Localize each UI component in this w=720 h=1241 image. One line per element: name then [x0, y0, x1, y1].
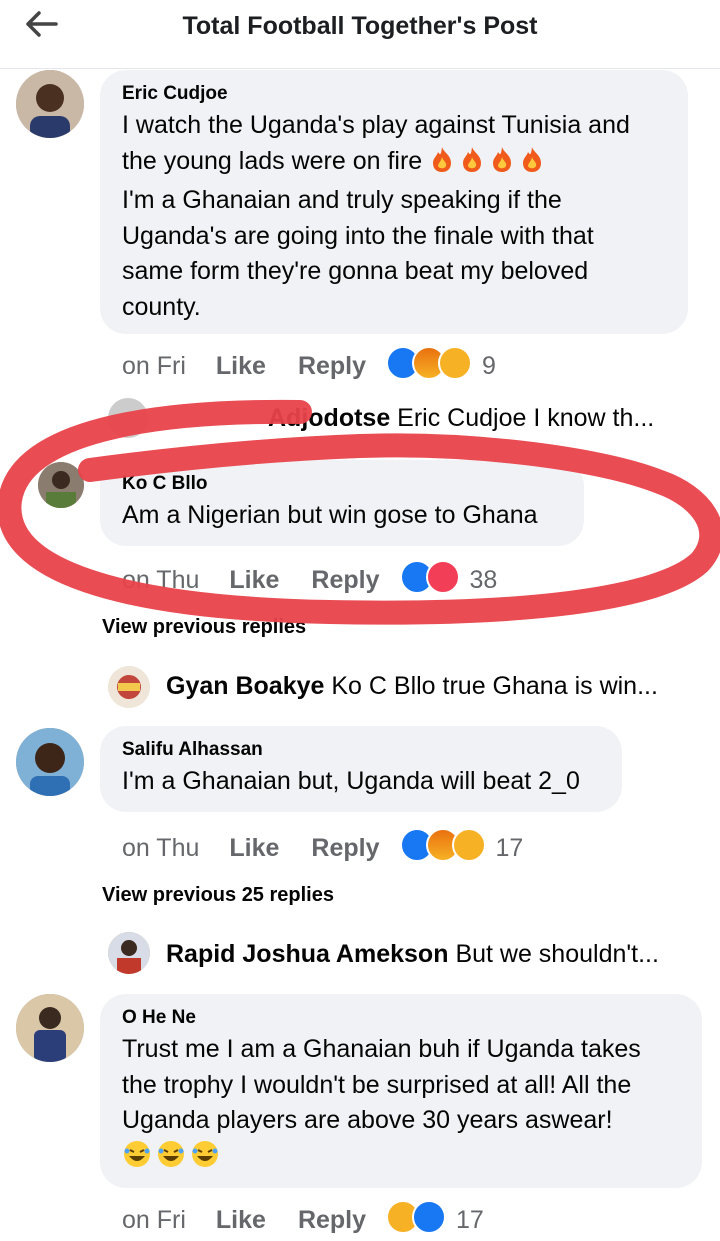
comment-bubble: Ko C Bllo Am a Nigerian but win gose to … — [100, 460, 584, 546]
avatar[interactable] — [38, 462, 84, 508]
reaction-icons[interactable] — [386, 1200, 447, 1241]
reply-button[interactable]: Reply — [311, 566, 379, 595]
reaction-icons[interactable] — [399, 828, 486, 869]
like-button[interactable]: Like — [216, 1206, 266, 1235]
comment-text: Am a Nigerian but win gose to Ghana — [122, 501, 538, 529]
reply-preview[interactable]: Adjodotse Eric Cudjoe I know th... — [268, 404, 654, 433]
laughing-emoji-icon — [122, 1139, 152, 1180]
haha-reaction-icon — [438, 346, 473, 380]
view-previous-replies-link[interactable]: View previous 25 replies — [102, 884, 334, 907]
avatar[interactable] — [108, 398, 148, 438]
comment-time[interactable]: on Thu — [122, 834, 199, 863]
laughing-emoji-icon — [190, 1139, 220, 1180]
like-button[interactable]: Like — [229, 566, 279, 595]
like-button[interactable]: Like — [216, 352, 266, 381]
comment-actions: on Fri Like Reply 9 — [122, 346, 496, 387]
comment-author[interactable]: O He Ne — [122, 1007, 196, 1029]
comment-text: I watch the Uganda's play against Tunisi… — [122, 111, 630, 321]
fire-emoji-icon — [459, 145, 485, 184]
comment-bubble: Salifu Alhassan I'm a Ghanaian but, Ugan… — [100, 726, 622, 812]
laughing-emoji-icon — [156, 1139, 186, 1180]
comment-bubble: O He Ne Trust me I am a Ghanaian buh if … — [100, 994, 702, 1188]
comment-bubble: Eric Cudjoe I watch the Uganda's play ag… — [100, 70, 688, 334]
love-reaction-icon — [425, 560, 460, 594]
avatar[interactable] — [108, 932, 150, 974]
like-button[interactable]: Like — [229, 834, 279, 863]
comment-time[interactable]: on Thu — [122, 566, 199, 595]
reply-button[interactable]: Reply — [298, 352, 366, 381]
reply-author: Gyan Boakye — [166, 672, 325, 700]
reaction-count[interactable]: 17 — [456, 1206, 484, 1235]
fire-emoji-icon — [489, 145, 515, 184]
comment-time[interactable]: on Fri — [122, 1206, 186, 1235]
reply-text: Eric Cudjoe I know th... — [397, 404, 655, 432]
comment-author[interactable]: Ko C Bllo — [122, 473, 208, 495]
reaction-count[interactable]: 17 — [496, 834, 524, 863]
comment-author[interactable]: Eric Cudjoe — [122, 83, 228, 105]
reply-button[interactable]: Reply — [298, 1206, 366, 1235]
reply-author: Rapid Joshua Amekson — [166, 940, 449, 968]
like-reaction-icon — [412, 1200, 447, 1234]
comment-text: Trust me I am a Ghanaian buh if Uganda t… — [122, 1032, 641, 1179]
page-title: Total Football Together's Post — [182, 12, 538, 40]
comment-actions: on Thu Like Reply 38 — [122, 560, 497, 601]
comment-time[interactable]: on Fri — [122, 352, 186, 381]
reaction-icons[interactable] — [386, 346, 473, 387]
reply-text: But we shouldn't... — [455, 940, 659, 968]
view-previous-replies-link[interactable]: View previous replies — [102, 616, 306, 639]
comment-text: I'm a Ghanaian but, Uganda will beat 2_0 — [122, 767, 580, 795]
avatar[interactable] — [108, 666, 150, 708]
reply-preview[interactable]: Rapid Joshua Amekson But we shouldn't... — [166, 940, 659, 969]
header-bar: Total Football Together's Post — [0, 0, 720, 69]
fire-emoji-icon — [519, 145, 545, 184]
avatar[interactable] — [16, 994, 84, 1062]
comment-author[interactable]: Salifu Alhassan — [122, 739, 263, 761]
avatar[interactable] — [16, 728, 84, 796]
fire-emoji-icon — [429, 145, 455, 184]
reaction-icons[interactable] — [399, 560, 460, 601]
avatar[interactable] — [16, 70, 84, 138]
reply-author: Adjodotse — [268, 404, 391, 432]
comment-actions: on Thu Like Reply 17 — [122, 828, 523, 869]
reply-button[interactable]: Reply — [311, 834, 379, 863]
haha-reaction-icon — [451, 828, 486, 862]
reaction-count[interactable]: 38 — [470, 566, 498, 595]
reply-preview[interactable]: Gyan Boakye Ko C Bllo true Ghana is win.… — [166, 672, 658, 701]
comment-actions: on Fri Like Reply 17 — [122, 1200, 484, 1241]
reaction-count[interactable]: 9 — [482, 352, 496, 381]
reply-text: Ko C Bllo true Ghana is win... — [331, 672, 658, 700]
